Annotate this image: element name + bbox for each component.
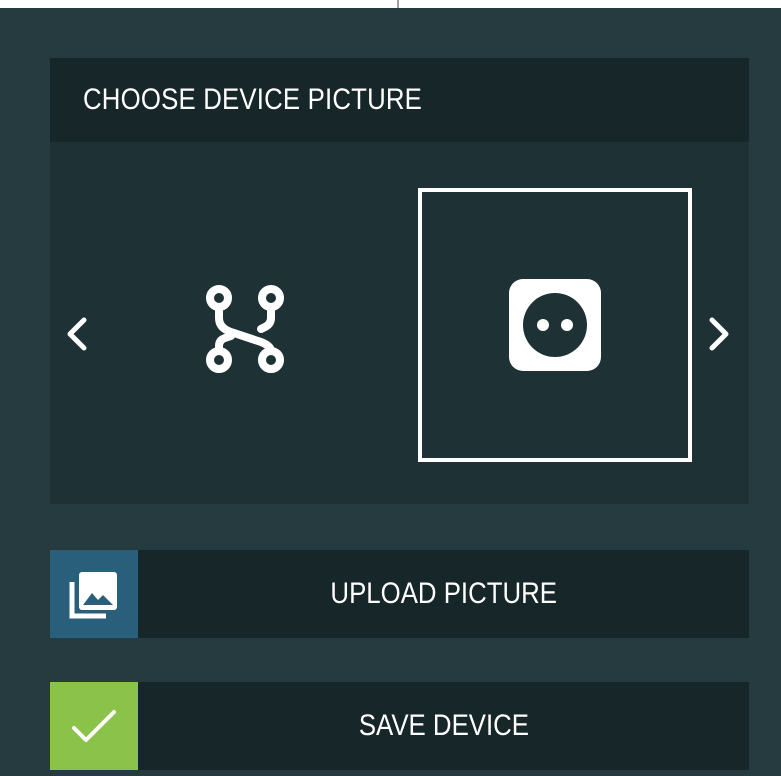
image-gallery-icon [69,572,117,619]
top-divider [397,0,399,8]
chevron-left-icon [67,317,87,351]
top-strip [0,0,781,8]
picture-option-circuit[interactable] [108,196,382,470]
picker-title: CHOOSE DEVICE PICTURE [83,83,423,116]
picture-option-power-socket[interactable] [418,188,692,462]
save-device-label: SAVE DEVICE [358,709,529,742]
check-icon [72,710,116,742]
save-icon-box [50,682,138,770]
device-settings-panel: CHOOSE DEVICE PICTURE UPLOAD PICTURE SAV… [0,8,781,776]
next-picture-button[interactable] [698,304,738,364]
circuit-icon [206,285,284,373]
power-socket-icon [509,279,601,371]
upload-picture-label: UPLOAD PICTURE [330,577,557,610]
chevron-right-icon [709,317,729,351]
save-device-button[interactable]: SAVE DEVICE [50,682,749,770]
picker-header: CHOOSE DEVICE PICTURE [50,58,749,142]
device-picture-picker: CHOOSE DEVICE PICTURE [50,58,749,504]
upload-picture-button[interactable]: UPLOAD PICTURE [50,550,749,638]
upload-icon-box [50,550,138,638]
previous-picture-button[interactable] [58,304,98,364]
